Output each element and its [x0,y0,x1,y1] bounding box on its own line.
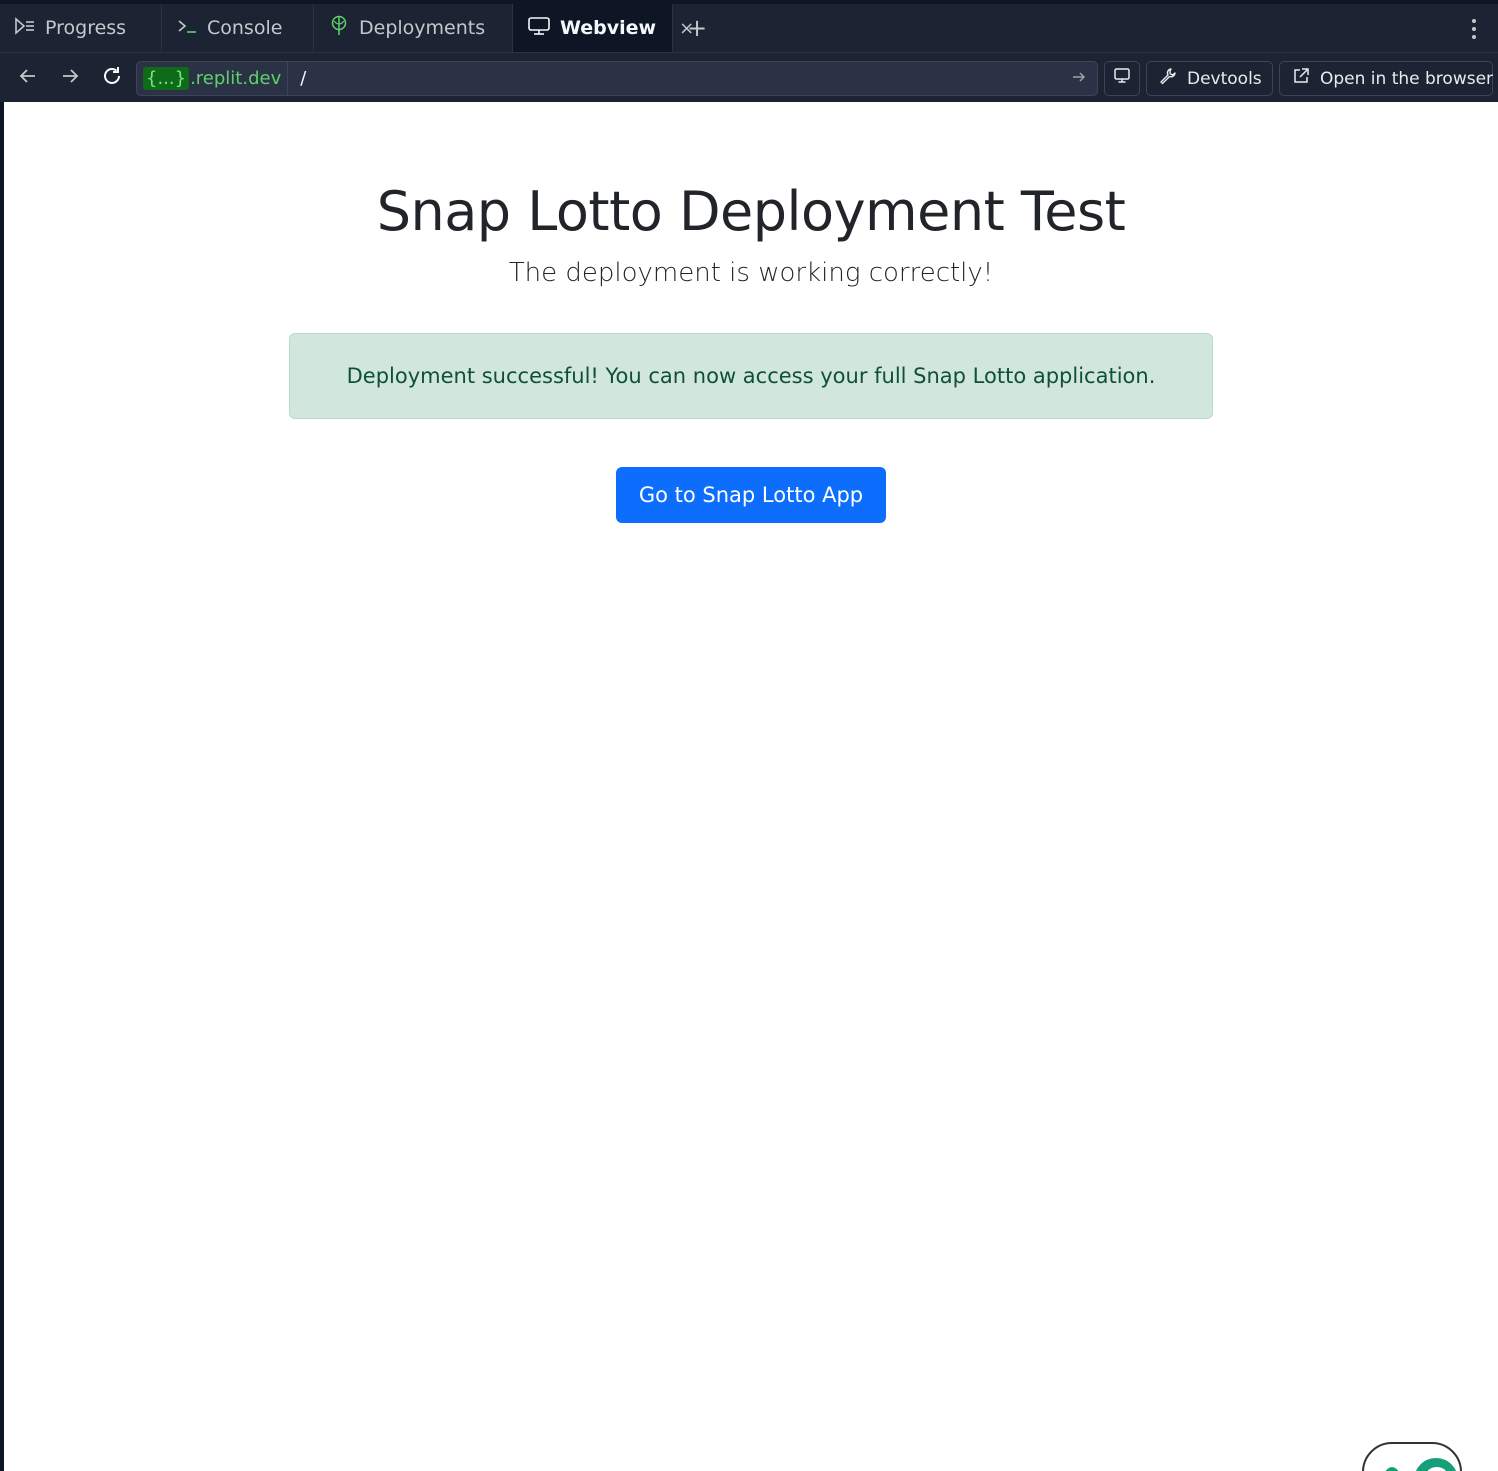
tab-progress[interactable]: Progress [0,4,162,52]
forward-button[interactable] [52,60,88,96]
close-icon[interactable]: × [679,18,694,39]
deployments-icon [328,15,350,42]
tab-label: Deployments [359,17,486,39]
url-host: {...} .replit.dev [137,62,289,95]
open-in-browser-label: Open in the browser [1320,68,1494,89]
url-path-input[interactable] [288,68,1061,89]
arrow-left-icon [18,66,38,90]
page-title: Snap Lotto Deployment Test [376,180,1126,243]
arrow-right-icon [1071,69,1087,89]
webview-toolbar: {...} .replit.dev Devtools Open in the b… [0,52,1498,102]
devtools-label: Devtools [1187,68,1262,89]
wrench-icon [1159,67,1177,90]
reload-icon [101,65,123,91]
page-subtitle: The deployment is working correctly! [508,258,994,288]
tab-label: Progress [45,17,127,39]
open-in-browser-button[interactable]: Open in the browser [1279,61,1493,96]
url-badge: {...} [143,67,190,90]
console-icon [176,17,198,40]
back-button[interactable] [10,60,46,96]
tab-console[interactable]: Console [162,4,314,52]
reload-button[interactable] [94,60,130,96]
tab-deployments[interactable]: Deployments [314,4,513,52]
tab-label: Webview [560,17,657,39]
webview-content: Snap Lotto Deployment Test The deploymen… [4,102,1498,1471]
monitor-icon [1113,67,1131,90]
success-alert: Deployment successful! You can now acces… [289,333,1213,419]
tab-label: Console [207,17,283,39]
external-link-icon [1292,67,1310,90]
device-preview-button[interactable] [1104,61,1140,96]
go-to-app-button[interactable]: Go to Snap Lotto App [616,467,886,523]
alert-text: Deployment successful! You can now acces… [346,364,1156,388]
address-bar[interactable]: {...} .replit.dev [136,61,1098,96]
more-options-icon[interactable] [1466,16,1482,42]
floating-assistant-widget[interactable] [1362,1442,1462,1471]
tab-webview[interactable]: Webview × [513,4,694,52]
progress-icon [14,16,36,40]
arrow-right-icon [60,66,80,90]
tab-bar: Progress Console Deployments Webview × + [0,0,1498,52]
devtools-button[interactable]: Devtools [1146,61,1273,96]
navigate-button[interactable] [1061,69,1097,89]
monitor-icon [527,16,551,41]
url-domain: .replit.dev [190,68,282,89]
